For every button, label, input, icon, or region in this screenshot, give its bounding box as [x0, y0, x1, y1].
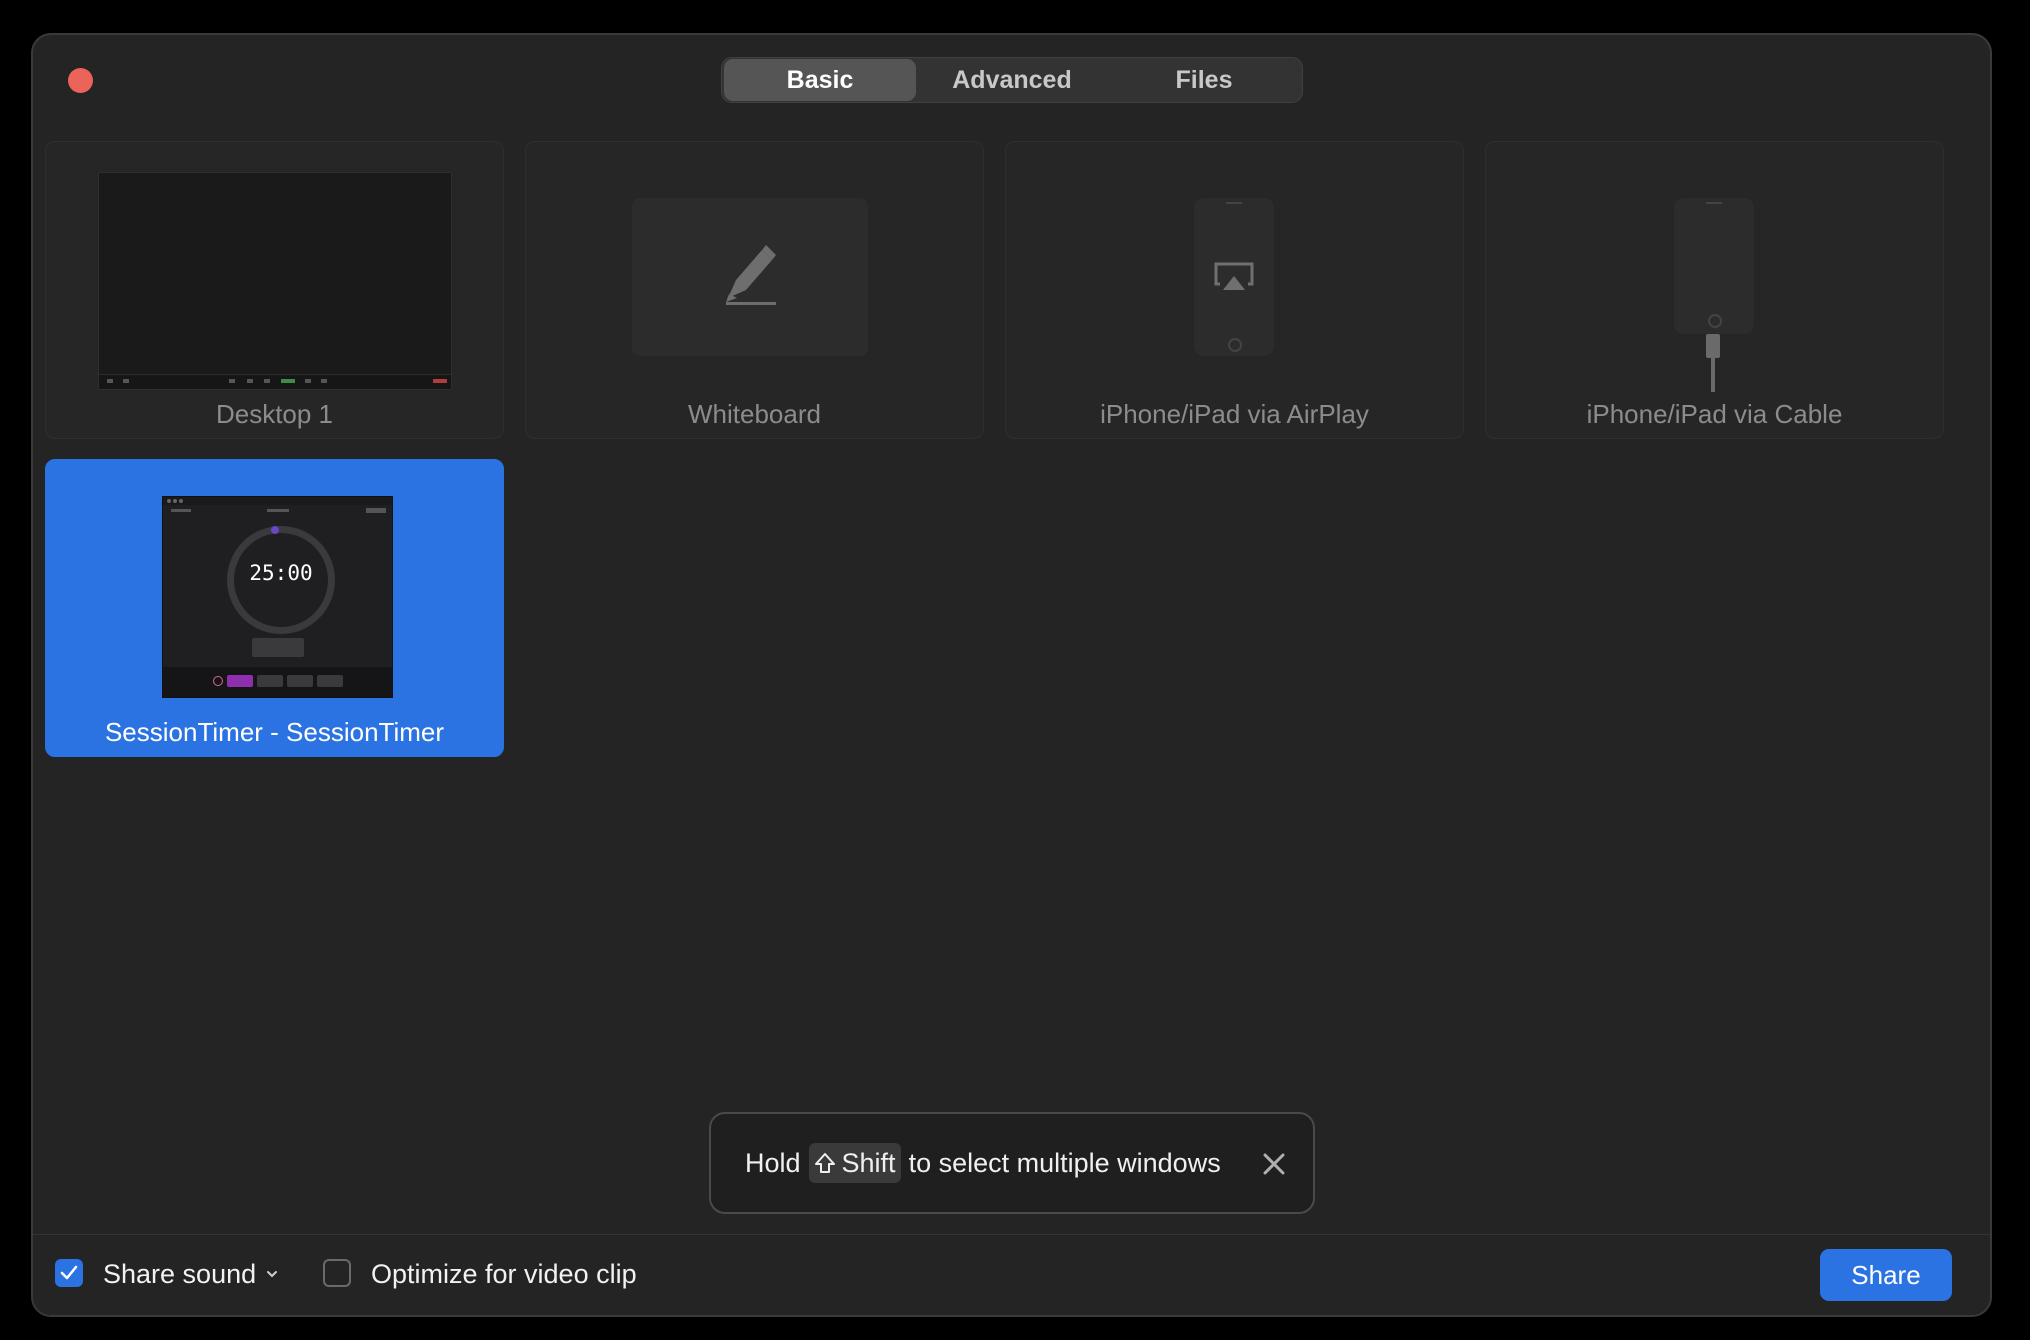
tab-files[interactable]: Files	[1108, 59, 1300, 101]
phone-thumbnail	[1194, 198, 1274, 356]
share-tile-desktop[interactable]: Desktop 1	[45, 141, 504, 439]
tile-label: Whiteboard	[688, 399, 821, 429]
airplay-icon	[1214, 262, 1254, 290]
chevron-down-icon[interactable]	[265, 1269, 279, 1279]
tile-label: iPhone/iPad via AirPlay	[1100, 399, 1369, 429]
tile-label: iPhone/iPad via Cable	[1586, 399, 1843, 429]
pencil-icon	[726, 245, 776, 305]
tile-label: Desktop 1	[215, 399, 334, 429]
desktop-preview-thumbnail	[98, 172, 452, 390]
clock-icon	[213, 676, 223, 686]
tile-label: SessionTimer - SessionTimer	[104, 717, 445, 747]
desktop-taskbar-thumbnail	[99, 374, 451, 389]
shift-key-label: Shift	[841, 1147, 896, 1178]
share-tile-cable[interactable]: iPhone/iPad via Cable	[1485, 141, 1944, 439]
multi-select-hint-toast: Hold Shift to select multiple windows	[709, 1112, 1315, 1214]
timer-preview-time: 25:00	[249, 561, 313, 585]
close-window-button[interactable]	[68, 68, 93, 93]
share-screen-window: Basic Advanced Files Desktop 1 Whiteboar…	[31, 33, 1992, 1317]
toast-prefix: Hold	[745, 1147, 801, 1178]
whiteboard-thumbnail	[632, 198, 868, 356]
sessiontimer-preview-thumbnail: 25:00	[162, 496, 393, 698]
share-tile-sessiontimer-window[interactable]: 25:00 SessionTimer - SessionTimer	[45, 459, 504, 757]
timer-knob	[271, 526, 279, 534]
phone-thumbnail	[1674, 198, 1754, 334]
shift-key-badge: Shift	[808, 1143, 901, 1183]
shift-icon	[814, 1153, 835, 1173]
share-sound-checkbox[interactable]	[55, 1259, 83, 1287]
bottom-options-bar: Share sound Optimize for video clip Shar…	[33, 1234, 1990, 1315]
share-tile-whiteboard[interactable]: Whiteboard	[525, 141, 984, 439]
share-tile-airplay[interactable]: iPhone/iPad via AirPlay	[1005, 141, 1464, 439]
share-sound-label[interactable]: Share sound	[103, 1259, 256, 1289]
cable-icon	[1706, 334, 1720, 392]
timer-preview-button	[252, 638, 304, 657]
tab-basic[interactable]: Basic	[724, 59, 916, 101]
checkmark-icon	[60, 1265, 78, 1280]
optimize-video-checkbox[interactable]	[323, 1259, 351, 1287]
toast-suffix: to select multiple windows	[908, 1147, 1221, 1178]
close-icon[interactable]	[1261, 1151, 1287, 1177]
tab-advanced[interactable]: Advanced	[916, 59, 1108, 101]
optimize-video-label[interactable]: Optimize for video clip	[371, 1259, 637, 1289]
share-type-tabs: Basic Advanced Files	[721, 57, 1303, 103]
share-button[interactable]: Share	[1820, 1249, 1952, 1301]
